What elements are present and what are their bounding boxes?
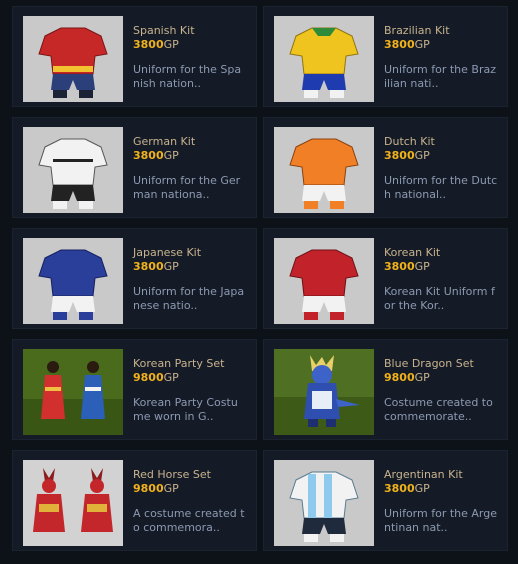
item-price: 3800GP [133, 260, 179, 273]
item-price-value: 3800 [384, 260, 415, 273]
item-name: German Kit [133, 135, 196, 148]
shop-item-card[interactable]: Dutch Kit 3800GP Uniform for the Dutc h … [263, 117, 508, 218]
shop-item-card[interactable]: Korean Kit 3800GP Korean Kit Uniform f o… [263, 228, 508, 329]
shop-item-card[interactable]: Brazilian Kit 3800GP Uniform for the Bra… [263, 6, 508, 107]
korean-party-set-icon [23, 349, 123, 435]
item-description: Korean Party Costu me worn in G.. [133, 396, 238, 423]
item-price: 9800GP [384, 371, 430, 384]
item-price-currency: GP [163, 149, 179, 162]
item-name: Spanish Kit [133, 24, 195, 37]
item-price: 3800GP [133, 38, 179, 51]
item-description: Costume created to commemorate.. [384, 396, 493, 423]
blue-dragon-set-icon [274, 349, 374, 435]
item-price-value: 9800 [133, 371, 164, 384]
item-description: Uniform for the Japa nese natio.. [133, 285, 245, 312]
item-name: Japanese Kit [133, 246, 202, 259]
spanish-kit-icon [23, 16, 123, 102]
item-price: 9800GP [133, 482, 179, 495]
item-price-value: 3800 [384, 38, 415, 51]
item-description: Korean Kit Uniform f or the Kor.. [384, 285, 495, 312]
item-price: 9800GP [133, 371, 179, 384]
item-name: Korean Party Set [133, 357, 225, 370]
item-description: Uniform for the Arge ntinan nat.. [384, 507, 497, 534]
item-price: 3800GP [384, 482, 430, 495]
item-price-value: 9800 [384, 371, 415, 384]
item-name: Dutch Kit [384, 135, 435, 148]
shop-item-card[interactable]: Blue Dragon Set 9800GP Costume created t… [263, 339, 508, 440]
item-name: Korean Kit [384, 246, 441, 259]
item-shop-grid: Spanish Kit 3800GP Uniform for the Spa n… [0, 0, 518, 564]
shop-item-card[interactable]: Spanish Kit 3800GP Uniform for the Spa n… [12, 6, 257, 107]
item-name: Blue Dragon Set [384, 357, 474, 370]
item-description: Uniform for the Spa nish nation.. [133, 63, 242, 90]
red-horse-set-icon [23, 460, 123, 546]
item-price-currency: GP [414, 38, 430, 51]
item-price: 3800GP [384, 38, 430, 51]
item-price-currency: GP [163, 260, 179, 273]
german-kit-icon [23, 127, 123, 213]
shop-item-card[interactable]: Red Horse Set 9800GP A costume created t… [12, 450, 257, 551]
item-price: 3800GP [384, 260, 430, 273]
item-price-currency: GP [163, 482, 179, 495]
item-price-value: 3800 [133, 260, 164, 273]
item-price: 3800GP [133, 149, 179, 162]
item-price-value: 9800 [133, 482, 164, 495]
item-price-currency: GP [414, 482, 430, 495]
korean-kit-icon [274, 238, 374, 324]
item-price-currency: GP [414, 149, 430, 162]
item-description: Uniform for the Dutc h national.. [384, 174, 498, 201]
item-name: Brazilian Kit [384, 24, 450, 37]
japanese-kit-icon [23, 238, 123, 324]
item-name: Argentinan Kit [384, 468, 463, 481]
item-price: 3800GP [384, 149, 430, 162]
dutch-kit-icon [274, 127, 374, 213]
item-description: A costume created t o commemora.. [133, 507, 245, 534]
brazilian-kit-icon [274, 16, 374, 102]
item-price-currency: GP [163, 371, 179, 384]
item-description: Uniform for the Braz ilian nati.. [384, 63, 496, 90]
shop-item-card[interactable]: German Kit 3800GP Uniform for the Ger ma… [12, 117, 257, 218]
item-price-value: 3800 [384, 149, 415, 162]
item-price-value: 3800 [384, 482, 415, 495]
shop-item-card[interactable]: Argentinan Kit 3800GP Uniform for the Ar… [263, 450, 508, 551]
item-name: Red Horse Set [133, 468, 211, 481]
item-description: Uniform for the Ger man nationa.. [133, 174, 241, 201]
item-price-value: 3800 [133, 38, 164, 51]
item-price-currency: GP [414, 371, 430, 384]
item-price-value: 3800 [133, 149, 164, 162]
item-price-currency: GP [414, 260, 430, 273]
argentinan-kit-icon [274, 460, 374, 546]
item-price-currency: GP [163, 38, 179, 51]
shop-item-card[interactable]: Japanese Kit 3800GP Uniform for the Japa… [12, 228, 257, 329]
shop-item-card[interactable]: Korean Party Set 9800GP Korean Party Cos… [12, 339, 257, 440]
